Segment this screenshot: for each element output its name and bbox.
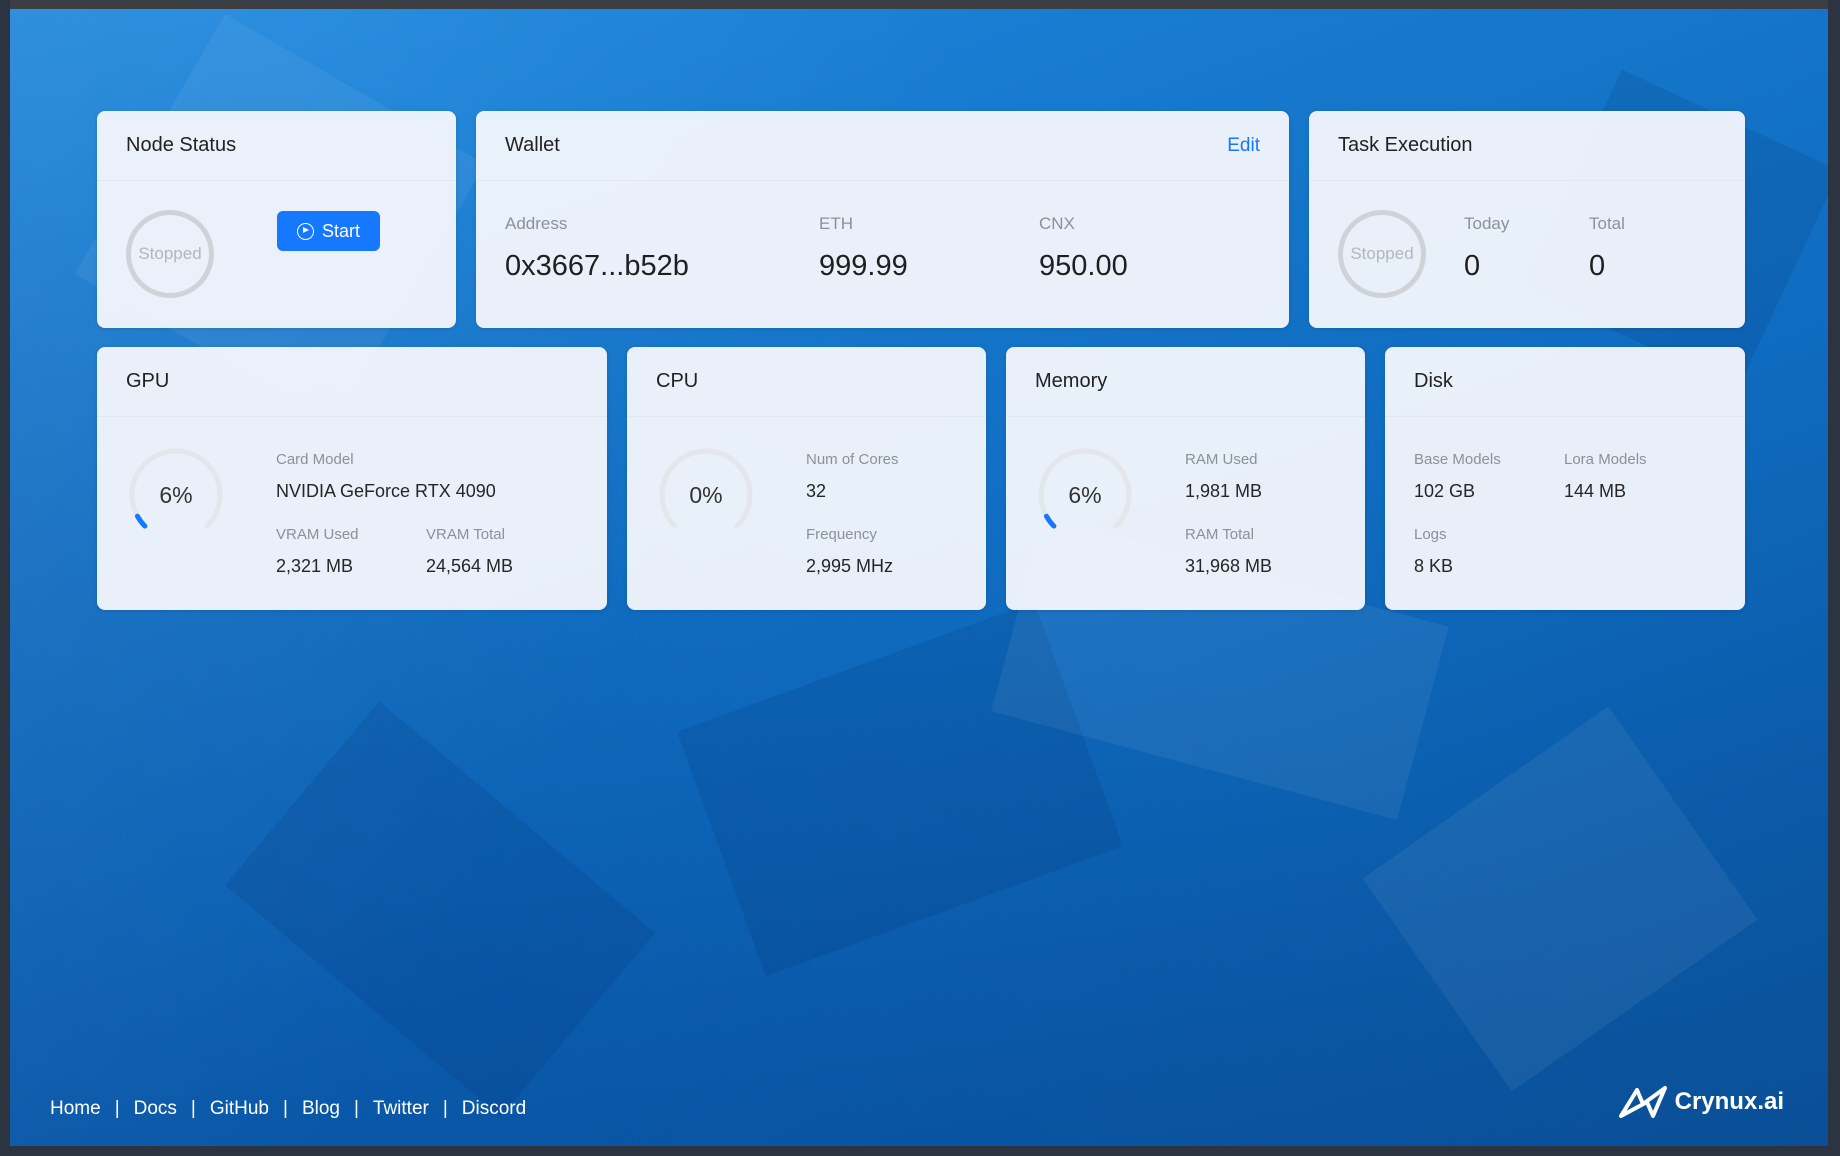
cnx-value: 950.00 [1039,250,1128,282]
vram-used-value: 2,321 MB [276,556,354,576]
eth-value: 999.99 [819,250,908,282]
footer-separator: | [283,1098,288,1119]
cnx-label: CNX [1039,214,1075,233]
task-status-indicator: Stopped [1338,210,1426,298]
cores-label: Num of Cores [806,451,899,468]
node-status-indicator: Stopped [126,210,214,298]
card-model-label: Card Model [276,451,354,468]
memory-card: Memory 6% RAM Used 1,981 MB RAM Total 31… [1006,347,1365,610]
memory-usage-text: 6% [1068,481,1102,508]
node-status-text: Stopped [138,244,202,263]
base-models-value: 102 GB [1414,481,1476,501]
wallet-eth: ETH 999.99 [819,214,908,283]
disk-card: Disk Base Models 102 GB Lora Models 144 … [1385,347,1745,610]
vram-total-label: VRAM Total [426,526,505,543]
address-label: Address [505,214,568,233]
logs-value: 8 KB [1414,556,1454,576]
footer-link-twitter[interactable]: Twitter [373,1098,429,1120]
footer-separator: | [114,1098,120,1119]
wallet-edit-link[interactable]: Edit [1227,135,1260,157]
address-value: 0x3667...b52b [505,250,689,282]
gpu-vram-total: VRAM Total 24,564 MB [426,526,513,577]
vram-used-label: VRAM Used [276,526,359,543]
wallet-title: Wallet [505,134,560,156]
total-label: Total [1589,214,1625,233]
lora-models-value: 144 MB [1564,481,1627,501]
gpu-card-model: Card Model NVIDIA GeForce RTX 4090 [276,451,496,502]
ram-total: RAM Total 31,968 MB [1185,526,1272,577]
gpu-vram-used: VRAM Used 2,321 MB [276,526,359,577]
card-model-value: NVIDIA GeForce RTX 4090 [276,481,496,501]
lora-models-label: Lora Models [1564,451,1647,468]
today-value: 0 [1464,250,1481,282]
wallet-cnx: CNX 950.00 [1039,214,1128,283]
today-label: Today [1464,214,1510,233]
disk-base-models: Base Models 102 GB [1414,451,1501,502]
task-execution-title: Task Execution [1338,134,1473,156]
logs-label: Logs [1414,526,1447,543]
footer-link-github[interactable]: GitHub [210,1098,269,1120]
total-value: 0 [1589,250,1606,282]
start-button-label: Start [321,220,360,241]
ram-total-value: 31,968 MB [1185,556,1273,576]
brand-name: Crynux.ai [1674,1088,1784,1115]
footer-links: Home | Docs | GitHub | Blog | Twitter | … [50,1098,526,1120]
node-status-card: Node Status Stopped Start [97,111,456,328]
cpu-cores: Num of Cores 32 [806,451,899,502]
gpu-title: GPU [126,370,170,392]
eth-label: ETH [819,214,853,233]
ram-used-value: 1,981 MB [1185,481,1263,501]
task-total: Total 0 [1589,214,1625,283]
disk-logs: Logs 8 KB [1414,526,1453,577]
memory-title: Memory [1035,370,1108,392]
footer-separator: | [190,1098,196,1119]
ram-total-label: RAM Total [1185,526,1254,543]
brand-logo: Crynux.ai [1617,1084,1784,1120]
base-models-label: Base Models [1414,451,1501,468]
task-today: Today 0 [1464,214,1509,283]
node-status-title: Node Status [126,134,237,156]
gpu-usage-text: 6% [159,481,193,508]
task-status-text: Stopped [1350,244,1414,263]
gpu-card: GPU 6% Card Model NVIDIA GeForce RTX 409… [97,347,607,610]
task-execution-card: Task Execution Stopped Today 0 Total 0 [1309,111,1745,328]
footer-link-discord[interactable]: Discord [462,1098,526,1120]
cores-value: 32 [806,481,827,501]
wallet-address: Address 0x3667...b52b [505,214,689,283]
footer-link-blog[interactable]: Blog [302,1098,340,1120]
ram-used-label: RAM Used [1185,451,1258,468]
disk-title: Disk [1414,370,1453,392]
crynux-logo-icon [1618,1086,1667,1118]
play-circle-icon [296,222,314,240]
cpu-frequency: Frequency 2,995 MHz [806,526,893,577]
footer-separator: | [353,1098,359,1119]
vram-total-value: 24,564 MB [426,556,514,576]
cpu-card: CPU 0% Num of Cores 32 Frequency 2,995 M… [627,347,986,610]
footer-link-docs[interactable]: Docs [134,1098,177,1120]
footer-separator: | [442,1098,448,1119]
footer-link-home[interactable]: Home [50,1098,101,1120]
frequency-value: 2,995 MHz [806,556,894,576]
disk-lora-models: Lora Models 144 MB [1564,451,1647,502]
cpu-title: CPU [656,370,699,392]
cpu-usage-text: 0% [689,481,723,508]
app-window: Node Status Stopped Start Wallet Edit Ad… [10,0,1828,1146]
ram-used: RAM Used 1,981 MB [1185,451,1262,502]
frequency-label: Frequency [806,526,877,543]
start-button[interactable]: Start [277,211,380,251]
wallet-card: Wallet Edit Address 0x3667...b52b ETH 99… [476,111,1289,328]
